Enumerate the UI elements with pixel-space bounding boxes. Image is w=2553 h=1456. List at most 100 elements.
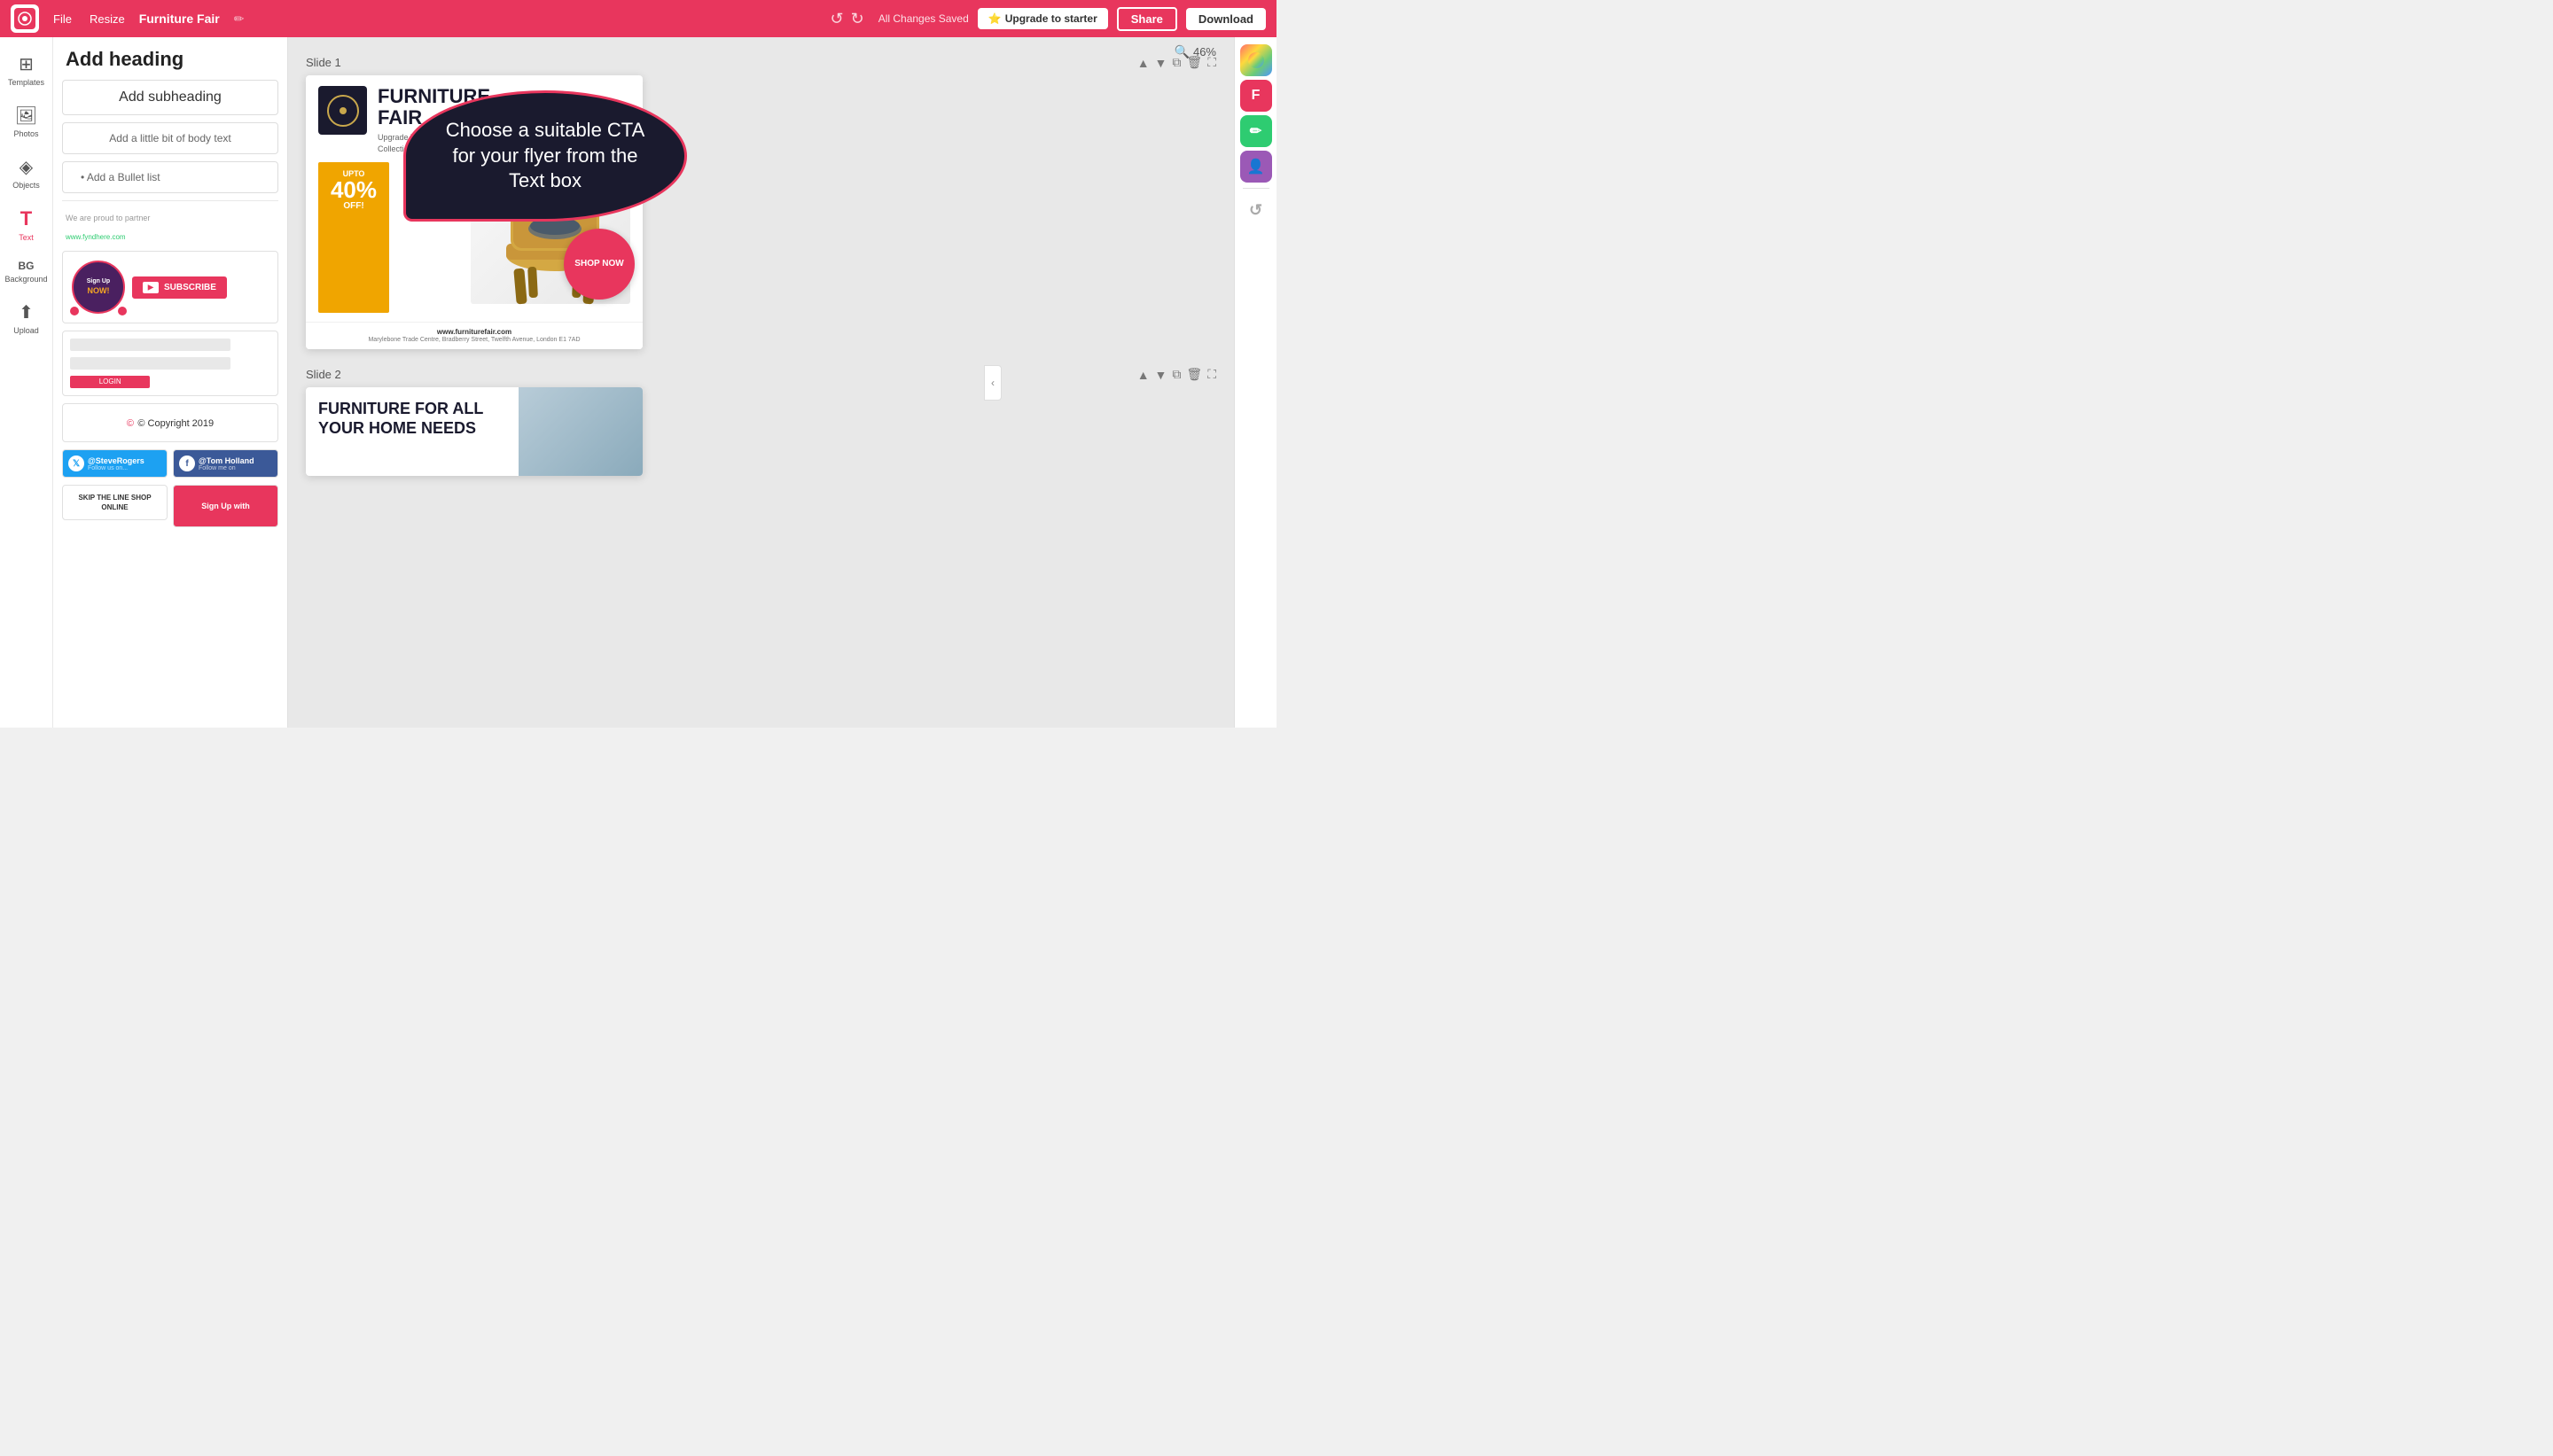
signup-with-card[interactable]: Sign Up with (173, 485, 278, 527)
twitter-info: @SteveRogers Follow us on... (88, 456, 144, 471)
slide-up-btn[interactable]: ▲ (1137, 55, 1150, 70)
slide1-title: FURNITUREFAIR (378, 86, 630, 128)
slide-down-btn[interactable]: ▼ (1155, 55, 1167, 70)
slide2-delete-btn[interactable]: 🗑 (1186, 367, 1202, 382)
photos-icon: 🖼 (15, 105, 37, 127)
facebook-info: @Tom Holland Follow me on (199, 456, 254, 471)
text-icon: T (20, 207, 32, 230)
logo-dot (340, 107, 347, 114)
avatar-tool[interactable]: 👤 (1240, 151, 1272, 183)
footer-url: www.furniturefair.com (318, 328, 630, 336)
zoom-icon: 🔍 (1175, 44, 1190, 59)
slide1-top: FURNITUREFAIR Upgrade Your Home Furnitur… (306, 75, 643, 162)
slide1-promo: UPTO 40% OFF! (306, 162, 643, 322)
password-field-preview (70, 357, 230, 370)
upgrade-label: Upgrade to starter (1005, 12, 1097, 25)
add-body-btn[interactable]: Add a little bit of body text (62, 122, 278, 154)
redo-button[interactable]: ↻ (851, 10, 864, 28)
slide1-logo (318, 86, 367, 135)
slide-1-header: Slide 1 ▲ ▼ ⧉ 🗑 ⛶ (306, 55, 1216, 70)
download-button[interactable]: Download (1186, 8, 1266, 30)
slide-1-container: Slide 1 ▲ ▼ ⧉ 🗑 ⛶ (306, 55, 1216, 349)
history-controls: ↺ ↻ (831, 10, 864, 28)
shop-now-btn[interactable]: SHOP NOW (564, 229, 635, 300)
upload-label: Upload (13, 326, 39, 335)
skip-label: SKIP THE LINE SHOP ONLINE (70, 493, 160, 512)
canvas-area[interactable]: 🔍 46% Slide 1 ▲ ▼ ⧉ 🗑 ⛶ (288, 37, 1234, 728)
app-logo[interactable] (11, 4, 39, 33)
background-icon: BG (19, 260, 35, 272)
sidebar-item-background[interactable]: BG Background (0, 253, 52, 291)
login-btn-preview: LOGIN (70, 376, 150, 388)
sidebar-item-text[interactable]: T Text (0, 200, 52, 249)
offer-percent: 40% (329, 178, 379, 201)
share-button[interactable]: Share (1117, 7, 1177, 31)
slide2-up-btn[interactable]: ▲ (1137, 367, 1150, 382)
sidebar-item-objects[interactable]: ◈ Objects (0, 149, 52, 197)
fyndhere-link-area: www.fyndhere.com (62, 228, 278, 251)
signup-cta-card[interactable]: Sign UpNOW! SUBSCRIBE (62, 251, 278, 323)
login-card[interactable]: LOGIN (62, 331, 278, 396)
color-tool[interactable] (1240, 44, 1272, 76)
slide2-expand-btn[interactable]: ⛶ (1207, 367, 1216, 382)
social-cards-row: 𝕏 @SteveRogers Follow us on... f @Tom Ho… (62, 449, 278, 478)
undo-tool[interactable]: ↺ (1240, 194, 1272, 226)
subscribe-btn[interactable]: SUBSCRIBE (132, 276, 227, 299)
font-tool[interactable]: F (1240, 80, 1272, 112)
logo-ring (327, 95, 359, 127)
facebook-card[interactable]: f @Tom Holland Follow me on (173, 449, 278, 478)
slide1-footer: www.furniturefair.com Marylebone Trade C… (306, 322, 643, 350)
star-icon: ⭐ (988, 12, 1002, 25)
add-subheading-btn[interactable]: Add subheading (62, 80, 278, 115)
topbar-right: All Changes Saved ⭐ Upgrade to starter S… (878, 7, 1266, 31)
slide-1-canvas[interactable]: FURNITUREFAIR Upgrade Your Home Furnitur… (306, 75, 643, 349)
right-sidebar: F ✏ 👤 ↺ (1234, 37, 1276, 728)
sidebar-item-upload[interactable]: ⬆ Upload (0, 294, 52, 342)
slide-2-controls: ▲ ▼ ⧉ 🗑 ⛶ (1137, 367, 1216, 382)
text-label: Text (19, 233, 34, 242)
nav-resize[interactable]: Resize (90, 12, 125, 26)
paint-tool[interactable]: ✏ (1240, 115, 1272, 147)
logo-inner (14, 8, 35, 29)
facebook-icon: f (179, 455, 195, 471)
top-nav: File Resize (53, 12, 125, 26)
panel-heading[interactable]: Add heading (62, 48, 278, 71)
slide-1-label: Slide 1 (306, 56, 341, 69)
youtube-icon (143, 282, 159, 293)
fyndhere-url[interactable]: www.fyndhere.com (66, 233, 126, 241)
slide1-subtitle: Upgrade Your Home Furniture And Enjoy Hu… (378, 132, 630, 154)
slide2-down-btn[interactable]: ▼ (1155, 367, 1167, 382)
slide2-text: FURNITURE FOR ALL YOUR HOME NEEDS (306, 387, 519, 476)
undo-button[interactable]: ↺ (831, 10, 844, 28)
panel-hint: We are proud to partner (62, 208, 278, 228)
sidebar-item-photos[interactable]: 🖼 Photos (0, 97, 52, 145)
twitter-icon: 𝕏 (68, 455, 84, 471)
skip-card[interactable]: SKIP THE LINE SHOP ONLINE (62, 485, 168, 520)
nav-file[interactable]: File (53, 12, 72, 26)
upload-icon: ⬆ (19, 301, 34, 323)
slide-2-canvas[interactable]: FURNITURE FOR ALL YOUR HOME NEEDS (306, 387, 643, 476)
slide1-chair-area: SHOP NOW (398, 162, 630, 313)
twitter-card[interactable]: 𝕏 @SteveRogers Follow us on... (62, 449, 168, 478)
facebook-handle: @Tom Holland (199, 456, 254, 465)
add-bullet-btn[interactable]: • Add a Bullet list (62, 161, 278, 193)
twitter-follow: Follow us on... (88, 465, 144, 471)
copyright-text: © Copyright 2019 (137, 418, 214, 429)
background-label: Background (4, 275, 47, 284)
copyright-card[interactable]: © © Copyright 2019 (62, 403, 278, 442)
left-panel: Add heading Add subheading Add a little … (53, 37, 288, 728)
footer-address: Marylebone Trade Centre, Bradberry Stree… (318, 336, 630, 345)
zoom-level: 46% (1193, 45, 1216, 58)
document-title[interactable]: Furniture Fair (139, 12, 220, 26)
collapse-panel-btn[interactable]: ‹ (984, 365, 1002, 401)
edit-icon[interactable]: ✏ (234, 12, 245, 27)
right-sidebar-divider (1243, 188, 1269, 189)
slide-2-container: Slide 2 ▲ ▼ ⧉ 🗑 ⛶ FURNITURE FOR ALL YOUR… (306, 367, 1216, 476)
templates-label: Templates (8, 78, 44, 87)
sidebar-item-templates[interactable]: ⊞ Templates (0, 46, 52, 94)
offer-box: UPTO 40% OFF! (318, 162, 389, 313)
slide2-copy-btn[interactable]: ⧉ (1172, 367, 1181, 382)
upgrade-button[interactable]: ⭐ Upgrade to starter (978, 8, 1108, 29)
panel-divider-1 (62, 200, 278, 201)
username-field-preview (70, 339, 230, 351)
